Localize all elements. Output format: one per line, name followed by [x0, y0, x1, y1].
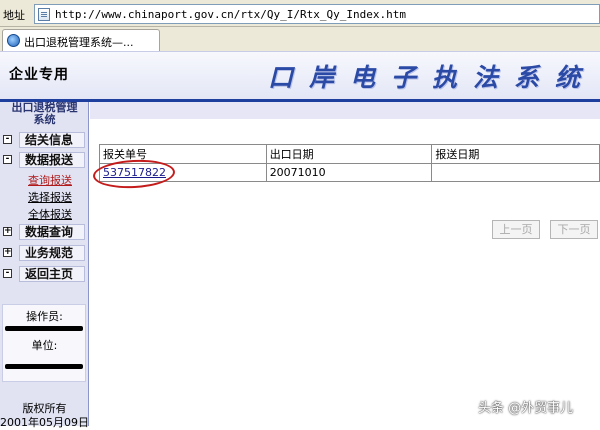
sidebar: 出口退税管理 系统 - 结关信息 - 数据报送 查询报送 选择报送 全体报送 +…	[0, 102, 89, 429]
menu-item-home[interactable]: - 返回主页	[1, 266, 87, 283]
next-page-button[interactable]: 下一页	[550, 220, 598, 239]
page-icon	[38, 8, 50, 21]
collapse-toggle-icon[interactable]: -	[3, 155, 12, 164]
cell-submit-date	[431, 163, 600, 182]
menu-item-business-rules[interactable]: + 业务规范	[1, 245, 87, 262]
main-content: 报关单号 出口日期 报送日期 537517822 20071010 上一页 下一…	[90, 102, 600, 426]
submenu-query-submit[interactable]: 查询报送	[28, 172, 72, 188]
submenu-all-submit[interactable]: 全体报送	[28, 206, 72, 222]
collapse-toggle-icon[interactable]: -	[3, 135, 12, 144]
table-header-row: 报关单号 出口日期 报送日期	[99, 144, 600, 164]
menu-item-data-submit[interactable]: - 数据报送	[1, 152, 87, 169]
cell-export-date: 20071010	[265, 163, 433, 182]
redacted-operator	[5, 326, 83, 331]
expand-toggle-icon[interactable]: +	[3, 227, 12, 236]
sidebar-title: 出口退税管理 系统	[0, 102, 89, 126]
watermark: 头条 @外贸事儿	[478, 401, 574, 416]
menu-label[interactable]: 结关信息	[19, 132, 85, 148]
address-input[interactable]: http://www.chinaport.gov.cn/rtx/Qy_I/Rtx…	[34, 4, 600, 24]
expand-toggle-icon[interactable]: +	[3, 248, 12, 257]
submenu-select-submit[interactable]: 选择报送	[28, 189, 72, 205]
address-label: 地址	[3, 9, 25, 22]
collapse-toggle-icon[interactable]: -	[3, 269, 12, 278]
prev-page-button[interactable]: 上一页	[492, 220, 540, 239]
address-bar: 地址 http://www.chinaport.gov.cn/rtx/Qy_I/…	[0, 0, 600, 27]
browser-tab[interactable]: 出口退税管理系统—...	[2, 29, 160, 51]
system-title: 口岸电子执法系统	[268, 63, 597, 92]
tab-strip: 出口退税管理系统—...	[0, 27, 600, 51]
enterprise-label: 企业专用	[9, 67, 69, 83]
menu-label[interactable]: 数据报送	[19, 152, 85, 168]
operator-label: 操作员:	[26, 310, 63, 323]
header-submit-date: 报送日期	[431, 144, 600, 164]
menu-item-data-query[interactable]: + 数据查询	[1, 224, 87, 241]
address-url[interactable]: http://www.chinaport.gov.cn/rtx/Qy_I/Rtx…	[55, 8, 406, 21]
copyright-text: 版权所有	[22, 402, 67, 415]
declaration-table: 报关单号 出口日期 报送日期 537517822 20071010	[99, 144, 600, 182]
menu-label[interactable]: 业务规范	[19, 245, 85, 261]
header-banner: 企业专用 口岸电子执法系统	[0, 51, 600, 99]
header-export-date: 出口日期	[265, 144, 433, 164]
menu-label[interactable]: 数据查询	[19, 224, 85, 240]
unit-label: 单位:	[31, 339, 58, 352]
menu-item-customs-info[interactable]: - 结关信息	[1, 132, 87, 149]
content-top-bar	[90, 102, 600, 119]
menu-label[interactable]: 返回主页	[19, 266, 85, 282]
tab-title: 出口退税管理系统—...	[24, 36, 134, 49]
redacted-unit	[5, 364, 83, 369]
ie-globe-icon	[7, 34, 20, 47]
copyright-date: 2001年05月09日	[0, 416, 89, 429]
sidebar-title-line2: 系统	[33, 113, 56, 126]
